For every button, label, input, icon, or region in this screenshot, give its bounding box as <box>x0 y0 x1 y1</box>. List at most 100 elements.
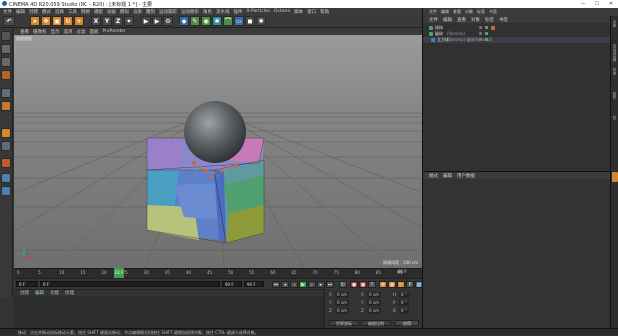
coord-field[interactable]: 0 ° <box>399 300 409 306</box>
timeline-ruler[interactable]: 0 5 10 15 20 25 30 35 40 45 50 55 60 65 70 75 80 85 90 <box>14 268 422 278</box>
light-icon[interactable]: ✺ <box>256 16 266 26</box>
autokey-icon[interactable]: ● <box>359 281 367 288</box>
apply-button[interactable]: 应用 <box>395 320 419 326</box>
object-row[interactable]: 立方体 (Voronoi) 破碎(Voronoi) <box>423 37 611 43</box>
next-key-icon[interactable]: ▸ <box>317 281 325 288</box>
perspective-viewport[interactable]: 透视视图 网格间距 : 100 cm <box>14 35 422 268</box>
menu-item-20[interactable]: 窗口 <box>307 9 316 15</box>
enabled-check-icon[interactable] <box>485 26 488 29</box>
menu-item-14[interactable]: 角色 <box>203 9 212 15</box>
object-menu-item-5[interactable]: 书签 <box>499 17 508 23</box>
soft-selection-icon[interactable] <box>1 158 11 168</box>
menu-item-7[interactable]: 捕捉 <box>94 9 103 15</box>
object-manager-tab-item-1[interactable]: 编辑 <box>441 9 449 15</box>
polygons-mode-icon[interactable] <box>1 128 11 138</box>
viewport-menu-item-4[interactable]: 过滤 <box>77 29 86 35</box>
sphere-object[interactable] <box>184 101 246 163</box>
loop-icon[interactable]: ↻ <box>339 281 347 288</box>
axis-x-button[interactable]: X <box>91 16 101 26</box>
menu-item-2[interactable]: 创建 <box>29 9 38 15</box>
attributes-menu-item-1[interactable]: 编辑 <box>443 173 452 179</box>
key-parameter-icon[interactable]: P <box>406 281 414 288</box>
next-frame-icon[interactable]: ▹ <box>308 281 316 288</box>
array-icon[interactable]: ✱ <box>212 16 222 26</box>
coord-field[interactable]: 0 cm <box>367 308 381 314</box>
coord-field[interactable]: 0 cm <box>335 300 349 306</box>
coord-field[interactable]: 0 cm <box>367 300 381 306</box>
maximize-button[interactable]: ☐ <box>590 0 604 8</box>
enable-axis-icon[interactable] <box>1 141 11 151</box>
play-icon[interactable]: ▶ <box>299 281 307 288</box>
close-button[interactable]: ✕ <box>604 0 618 8</box>
quantize-icon[interactable] <box>1 186 11 196</box>
object-menu-item-3[interactable]: 对象 <box>471 17 480 23</box>
key-position-icon[interactable]: ✥ <box>379 281 387 288</box>
object-menu-item-2[interactable]: 查看 <box>457 17 466 23</box>
goto-end-icon[interactable]: ⏭ <box>326 281 334 288</box>
key-rotation-icon[interactable]: ↻ <box>397 281 405 288</box>
object-manager-tab-item-5[interactable]: 书签 <box>489 9 497 15</box>
cube-object-icon[interactable]: ◆ <box>179 16 189 26</box>
material-panel[interactable] <box>14 296 324 328</box>
timeline-playhead[interactable]: 22 F <box>114 268 124 278</box>
goto-start-icon[interactable]: ⏮ <box>272 281 280 288</box>
transform-tool-icon[interactable]: + <box>74 16 84 26</box>
material-tag-icon[interactable] <box>491 26 495 30</box>
visibility-toggle-icon[interactable] <box>479 26 482 29</box>
coord-field[interactable]: 0 cm <box>335 308 349 314</box>
menu-item-13[interactable]: 运动图形 <box>181 9 199 15</box>
make-editable-icon[interactable] <box>1 31 11 41</box>
move-tool-icon[interactable]: ✥ <box>41 16 51 26</box>
enabled-check-icon[interactable] <box>485 32 488 35</box>
floor-icon[interactable]: ▭ <box>234 16 244 26</box>
menu-item-17[interactable]: X-Particles <box>247 9 270 14</box>
object-manager-tab-item-2[interactable]: 查看 <box>453 9 461 15</box>
visibility-toggle-icon[interactable] <box>479 38 482 41</box>
bend-deformer-icon[interactable]: ⌒ <box>223 16 233 26</box>
enabled-check-icon[interactable] <box>485 38 488 41</box>
menu-item-4[interactable]: 选择 <box>55 9 64 15</box>
points-mode-icon[interactable] <box>1 88 11 98</box>
coordinate-system-icon[interactable]: ⌖ <box>124 16 134 26</box>
menu-item-8[interactable]: 动画 <box>107 9 116 15</box>
snap-icon[interactable] <box>1 173 11 183</box>
menu-item-1[interactable]: 编辑 <box>16 9 25 15</box>
object-menu-item-1[interactable]: 编辑 <box>443 17 452 23</box>
right-tab-item-3[interactable]: 属性 <box>612 92 618 99</box>
texture-mode-icon[interactable] <box>1 57 11 67</box>
record-key-icon[interactable]: ● <box>350 281 358 288</box>
edges-mode-icon[interactable] <box>1 101 11 111</box>
object-menu-item-0[interactable]: 文件 <box>429 17 438 23</box>
menu-item-19[interactable]: 脚本 <box>294 9 303 15</box>
right-tab-item-1[interactable]: 内容浏览器 <box>612 44 618 62</box>
menu-item-16[interactable]: 插件 <box>234 9 243 15</box>
render-picture-viewer-icon[interactable]: ▶ <box>152 16 162 26</box>
right-tab-item-2[interactable]: 构造 <box>612 68 618 75</box>
scale-tool-icon[interactable]: ▣ <box>52 16 62 26</box>
attributes-menu-item-2[interactable]: 用户数据 <box>457 173 475 179</box>
coord-field[interactable]: 0 ° <box>399 308 409 314</box>
keyframe-selection-icon[interactable]: ? <box>368 281 376 288</box>
right-tab-item-0[interactable]: 对象 <box>612 20 618 27</box>
start-frame-field[interactable]: 0 F <box>16 281 38 287</box>
end-frame-field[interactable]: 90 F <box>222 281 242 287</box>
menu-item-15[interactable]: 流水线 <box>216 9 230 15</box>
key-scale-icon[interactable]: ▣ <box>388 281 396 288</box>
menu-item-5[interactable]: 工具 <box>68 9 77 15</box>
viewport-menu-item-2[interactable]: 显示 <box>51 29 60 35</box>
menu-item-10[interactable]: 渲染 <box>133 9 142 15</box>
preview-range-slider[interactable]: 0 F <box>40 281 220 287</box>
viewport-menu-item-5[interactable]: 面板 <box>90 29 99 35</box>
side-tool-icon[interactable] <box>612 172 618 182</box>
minimize-button[interactable]: — <box>576 0 590 8</box>
object-manager-tab-item-3[interactable]: 对象 <box>465 9 473 15</box>
attributes-menu-item-0[interactable]: 模式 <box>429 173 438 179</box>
viewport-menu-item-3[interactable]: 选项 <box>64 29 73 35</box>
menu-item-3[interactable]: 模式 <box>42 9 51 15</box>
menu-item-0[interactable]: 文件 <box>3 9 12 15</box>
coord-mode-select[interactable]: 世界坐标 <box>329 320 359 326</box>
rotate-tool-icon[interactable]: ↻ <box>63 16 73 26</box>
coord-field[interactable]: 0 cm <box>367 292 381 298</box>
coord-field[interactable]: 0 ° <box>399 292 409 298</box>
menu-item-6[interactable]: 网格 <box>81 9 90 15</box>
